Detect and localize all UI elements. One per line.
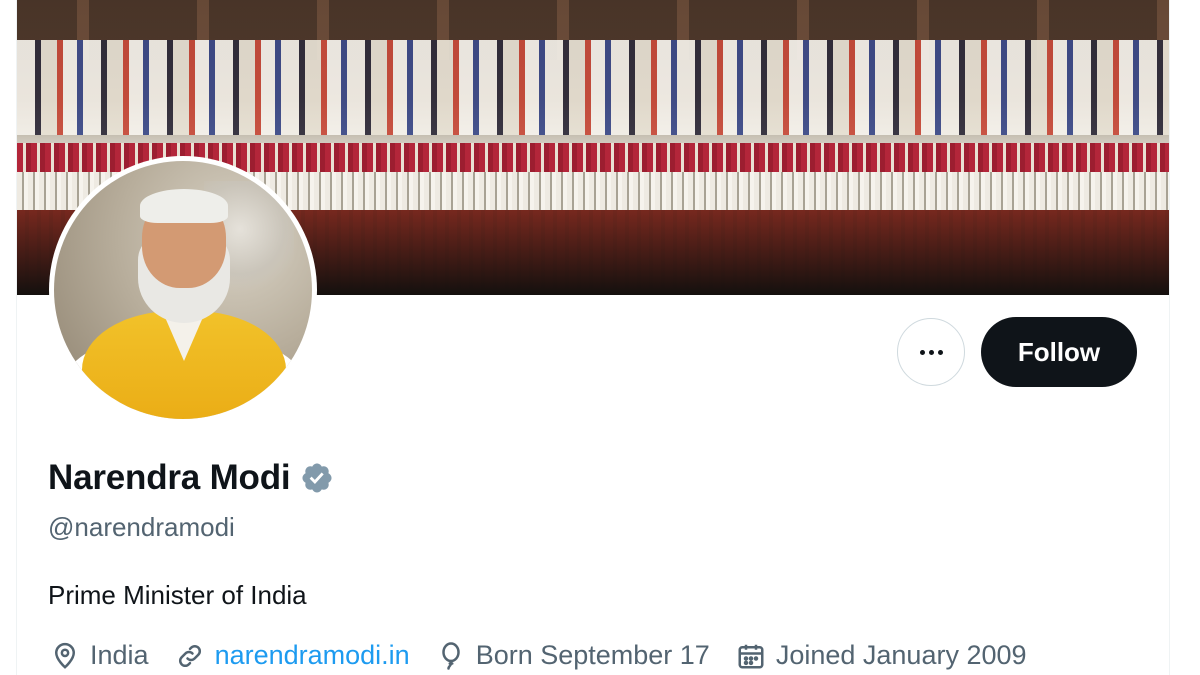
banner-group-photo	[17, 40, 1169, 135]
meta-website: narendramodi.in	[175, 640, 410, 671]
avatar-image	[54, 161, 312, 419]
profile-name-row: Narendra Modi	[48, 458, 334, 498]
joined-text: Joined January 2009	[775, 640, 1027, 670]
location-text: India	[90, 640, 149, 670]
profile-bio: Prime Minister of India	[48, 580, 307, 610]
meta-location: India	[50, 640, 149, 671]
calendar-icon	[738, 644, 764, 668]
follow-button[interactable]: Follow	[981, 317, 1137, 387]
verified-badge-icon[interactable]	[300, 461, 334, 495]
avatar[interactable]	[49, 156, 317, 424]
display-name: Narendra Modi	[48, 458, 291, 497]
profile-meta: India narendramodi.in Born September 17 …	[50, 640, 1053, 671]
more-dots-icon	[919, 349, 925, 355]
more-options-button[interactable]	[897, 318, 965, 386]
balloon-icon	[441, 641, 460, 670]
meta-joined: Joined January 2009	[736, 640, 1027, 671]
location-pin-icon	[54, 642, 76, 669]
website-link[interactable]: narendramodi.in	[215, 640, 410, 671]
user-handle: @narendramodi	[48, 512, 235, 542]
meta-birthday: Born September 17	[436, 640, 710, 671]
birthday-text: Born September 17	[475, 640, 710, 670]
link-icon	[178, 644, 201, 667]
